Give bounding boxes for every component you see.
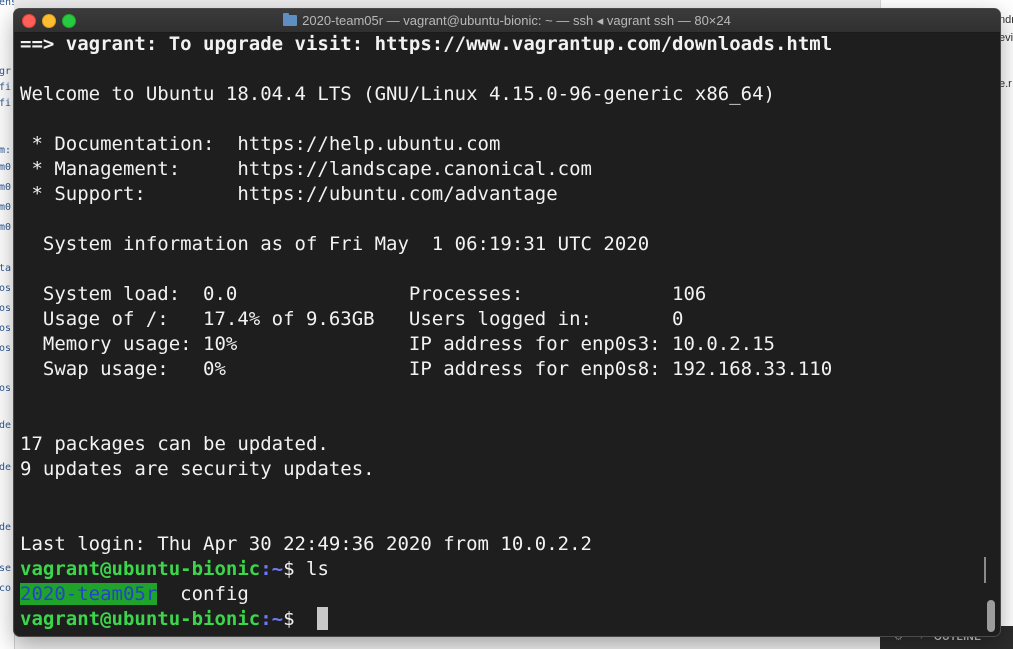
bg-text: ensions [0,0,14,8]
terminal-screen[interactable]: ==> vagrant: To upgrade visit: https://w… [20,33,980,633]
window-title: 2020-team05r — vagrant@ubuntu-bionic: ~ … [302,12,731,28]
prompt-user-host: vagrant@ubuntu-bionic [20,558,261,580]
bg-text: evi [999,32,1013,44]
terminal-line-packages: 17 packages can be updated. [20,433,329,455]
terminal-prompt-line: vagrant@ubuntu-bionic:~$ ls [20,557,329,582]
prompt-symbol: $ [283,558,306,580]
bg-text: m0 [0,162,12,173]
prompt-user-host: vagrant@ubuntu-bionic [20,608,261,630]
bg-text: gr [0,66,12,77]
bg-text: m0 [0,202,12,213]
terminal-line-security: 9 updates are security updates. [20,458,375,480]
prompt-path: :~ [260,558,284,580]
ls-dir-entry[interactable]: 2020-team05r [20,583,158,605]
title-bar[interactable]: 2020-team05r — vagrant@ubuntu-bionic: ~ … [14,9,1000,33]
bg-text: de [0,462,12,473]
terminal-line-swap: Swap usage: 0% IP address for enp0s8: 19… [20,358,833,380]
terminal-line-upgrade: ==> vagrant: To upgrade visit: https://w… [20,33,833,55]
prompt-path: :~ [260,608,284,630]
bg-text: ndr [999,14,1013,26]
terminal-line-management: * Management: https://landscape.canonica… [20,158,592,180]
bg-text: m0 [0,222,12,233]
bg-text: de [0,522,12,533]
terminal-line-usage: Usage of /: 17.4% of 9.63GB Users logged… [20,308,684,330]
terminal-window[interactable]: 2020-team05r — vagrant@ubuntu-bionic: ~ … [14,9,1000,636]
text-cursor [317,607,328,630]
scrollbar-thumb[interactable] [987,600,995,632]
bg-text: os [0,383,12,394]
bg-text: os [0,283,12,294]
bg-text: os [0,303,12,314]
bg-text: ta [0,263,12,274]
bg-text: os [0,323,12,334]
bg-text: os [0,343,12,354]
terminal-active-prompt-line[interactable]: vagrant@ubuntu-bionic:~$ [20,607,328,632]
terminal-line-welcome: Welcome to Ubuntu 18.04.4 LTS (GNU/Linux… [20,83,775,105]
window-title-wrap: 2020-team05r — vagrant@ubuntu-bionic: ~ … [14,9,1000,32]
bg-text: de [0,420,12,431]
bg-text: m: [0,145,12,156]
terminal-line-last-login: Last login: Thu Apr 30 22:49:36 2020 fro… [20,533,592,555]
prompt-symbol: $ [283,608,306,630]
bg-text: m0 [0,182,12,193]
prompt-command: ls [306,558,329,580]
ls-output-line: 2020-team05r config [20,582,249,607]
terminal-line-documentation: * Documentation: https://help.ubuntu.com [20,133,501,155]
bg-text: e.r [999,78,1012,90]
bg-text: fi [0,82,12,93]
terminal-line-support: * Support: https://ubuntu.com/advantage [20,183,558,205]
scroll-indicator [984,557,986,583]
terminal-line-sysinfo: System information as of Fri May 1 06:19… [20,233,650,255]
background-editor-left: ensions gr fi fi m: m0 m0 m0 m0 ta os os… [0,0,15,649]
bg-text: se [0,563,12,574]
bg-text: fi [0,98,12,109]
folder-icon [283,13,298,26]
terminal-line-memory: Memory usage: 10% IP address for enp0s3:… [20,333,775,355]
bg-text: co [0,583,12,594]
ls-file-entry[interactable]: config [180,583,249,605]
terminal-line-sysload: System load: 0.0 Processes: 106 [20,283,707,305]
